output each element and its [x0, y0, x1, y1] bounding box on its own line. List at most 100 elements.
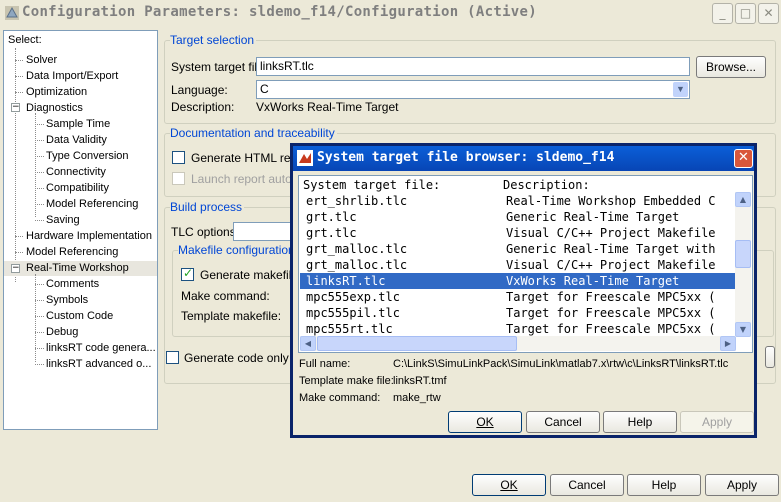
list-item[interactable]: grt.tlc Visual C/C++ Project Makefile [300, 225, 736, 241]
generate-html-checkbox[interactable] [172, 151, 185, 164]
list-item[interactable]: grt_malloc.tlc Generic Real-Time Target w… [300, 241, 736, 257]
ok-button-label: OK [500, 478, 518, 492]
tree-item-custom-code[interactable]: Custom Code [46, 309, 113, 323]
row-desc: Generic Real-Time Target [506, 210, 680, 224]
make-command-dlg-value: make_rtw [393, 392, 441, 404]
dialog-help-button[interactable]: Help [603, 411, 677, 433]
system-target-input[interactable]: linksRT.tlc [256, 57, 690, 76]
tree-item-data-import-export[interactable]: Data Import/Export [26, 69, 118, 83]
row-desc: Generic Real-Time Target with [506, 242, 716, 256]
row-desc: Visual C/C++ Project Makefile [506, 258, 716, 272]
matlab-icon [297, 150, 313, 166]
tree-item-connectivity[interactable]: Connectivity [46, 165, 106, 179]
language-value: C [260, 82, 269, 96]
tree-item-sample-time[interactable]: Sample Time [46, 117, 110, 131]
vertical-scrollbar[interactable]: ▲ ▼ [735, 192, 751, 337]
tree-item-hardware-implementation[interactable]: Hardware Implementation [26, 229, 152, 243]
close-icon[interactable]: ✕ [758, 3, 779, 24]
list-item[interactable]: mpc555pil.tlc Target for Freescale MPC5xx… [300, 305, 736, 321]
horizontal-scroll-thumb[interactable] [317, 336, 517, 351]
category-tree[interactable]: Select: Solver Data Import/Export Optimi… [3, 30, 158, 430]
apply-button[interactable]: Apply [705, 474, 779, 496]
generate-code-only-label: Generate code only [184, 351, 289, 365]
dialog-close-icon[interactable]: ✕ [734, 149, 753, 168]
cancel-button[interactable]: Cancel [550, 474, 624, 496]
list-item[interactable]: mpc555exp.tlc Target for Freescale MPC5xx… [300, 289, 736, 305]
minimize-icon[interactable]: _ [712, 3, 733, 24]
generate-makefile-label: Generate makefile [200, 268, 299, 282]
template-make-value: linksRT.tmf [393, 375, 447, 387]
generate-makefile-checkbox[interactable]: ✓ [181, 266, 194, 281]
launch-report-label: Launch report autom [191, 172, 302, 186]
row-file: grt_malloc.tlc [306, 242, 408, 256]
help-button[interactable]: Help [627, 474, 701, 496]
template-make-label: Template make file: [299, 375, 394, 387]
vertical-scroll-thumb[interactable] [735, 240, 751, 268]
help-button-label: Help [651, 478, 677, 492]
language-select[interactable]: C ▼ [256, 80, 690, 99]
dialog-help-label: Help [627, 415, 653, 429]
dialog-apply-label: Apply [701, 415, 733, 429]
tree-item-data-validity[interactable]: Data Validity [46, 133, 107, 147]
dialog-titlebar: System target file browser: sldemo_f14 ✕ [293, 146, 754, 171]
tree-item-real-time-workshop[interactable]: Real-Time Workshop [26, 261, 129, 275]
dialog-apply-button[interactable]: Apply [680, 411, 754, 433]
row-desc: VxWorks Real-Time Target [506, 274, 680, 288]
list-item[interactable]: grt.tlc Generic Real-Time Target [300, 209, 736, 225]
collapse-icon[interactable]: − [11, 103, 20, 112]
list-item[interactable]: ert_shrlib.tlc Real-Time Workshop Embedde… [300, 193, 736, 209]
tree-item-linksrt-code-generation[interactable]: linksRT code genera... [46, 341, 156, 355]
window-title: Configuration Parameters: sldemo_f14/Con… [22, 4, 537, 20]
tree-item-solver[interactable]: Solver [26, 53, 57, 67]
scroll-left-icon[interactable]: ◀ [300, 336, 316, 351]
full-name-value: C:\LinkS\SimuLinkPack\SimuLink\matlab7.x… [393, 358, 729, 370]
cancel-button-label: Cancel [568, 478, 606, 492]
collapse-icon[interactable]: − [11, 264, 20, 273]
scroll-right-icon[interactable]: ▶ [720, 336, 736, 351]
generate-code-only-checkbox[interactable] [166, 351, 179, 364]
tree-item-optimization[interactable]: Optimization [26, 85, 87, 99]
target-browser-dialog: System target file browser: sldemo_f14 ✕… [290, 143, 757, 438]
make-command-dlg-label: Make command: [299, 392, 381, 404]
scroll-up-icon[interactable]: ▲ [735, 192, 751, 207]
tree-item-compatibility[interactable]: Compatibility [46, 181, 109, 195]
target-file-list[interactable]: System target file: Description: ert_shr… [298, 175, 753, 353]
row-desc: Target for Freescale MPC5xx ( [506, 290, 716, 304]
row-file: grt.tlc [306, 226, 357, 240]
tree-item-debug[interactable]: Debug [46, 325, 78, 339]
tree-item-linksrt-advanced[interactable]: linksRT advanced o... [46, 357, 151, 371]
row-file: grt_malloc.tlc [306, 258, 408, 272]
maximize-icon[interactable]: □ [735, 3, 756, 24]
dialog-cancel-label: Cancel [544, 415, 582, 429]
ok-button[interactable]: OK [472, 474, 546, 496]
horizontal-scrollbar[interactable]: ◀ ▶ [300, 336, 736, 351]
tree-item-saving[interactable]: Saving [46, 213, 80, 227]
row-desc: Target for Freescale MPC5xx ( [506, 306, 716, 320]
tree-item-type-conversion[interactable]: Type Conversion [46, 149, 129, 163]
full-name-label: Full name: [299, 358, 351, 370]
documentation-title: Documentation and traceability [170, 126, 337, 140]
scroll-down-icon[interactable]: ▼ [735, 322, 751, 337]
dialog-ok-label: OK [476, 415, 494, 429]
tlc-options-label: TLC options: [171, 225, 240, 239]
row-file: mpc555pil.tlc [306, 306, 400, 320]
tree-item-symbols[interactable]: Symbols [46, 293, 88, 307]
chevron-down-icon[interactable]: ▼ [673, 82, 688, 97]
simulink-icon [4, 5, 20, 21]
build-button[interactable] [765, 346, 775, 368]
list-item-selected[interactable]: linksRT.tlc VxWorks Real-Time Target [300, 273, 736, 289]
browse-button[interactable]: Browse... [696, 56, 766, 78]
dialog-cancel-button[interactable]: Cancel [526, 411, 600, 433]
dialog-ok-button[interactable]: OK [448, 411, 522, 433]
row-desc: Target for Freescale MPC5xx ( [506, 322, 716, 336]
system-target-label: System target file: [171, 60, 268, 74]
template-makefile-label: Template makefile: [181, 309, 282, 323]
tlc-options-input[interactable] [233, 222, 293, 241]
tree-item-comments[interactable]: Comments [46, 277, 99, 291]
launch-report-checkbox[interactable] [172, 172, 185, 185]
row-file: mpc555exp.tlc [306, 290, 400, 304]
tree-item-model-referencing[interactable]: Model Referencing [26, 245, 118, 259]
list-item[interactable]: mpc555rt.tlc Target for Freescale MPC5xx … [300, 321, 736, 337]
list-item[interactable]: grt_malloc.tlc Visual C/C++ Project Makef… [300, 257, 736, 273]
tree-item-model-referencing-diag[interactable]: Model Referencing [46, 197, 138, 211]
